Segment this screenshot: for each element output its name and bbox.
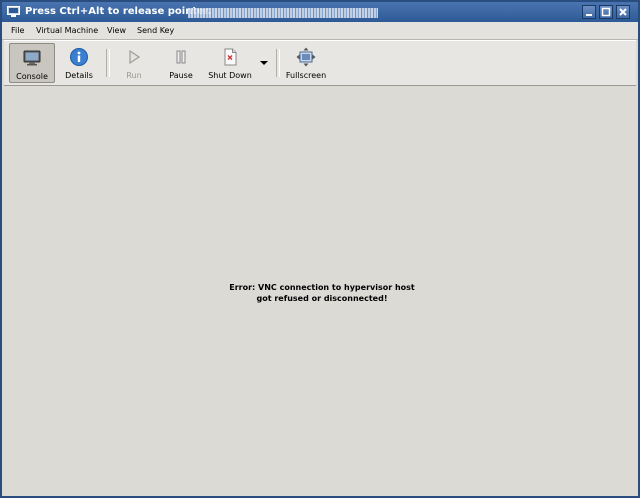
window-title: Press Ctrl+Alt to release pointer. xyxy=(25,6,212,17)
vm-console-window: Press Ctrl+Alt to release pointer. File … xyxy=(0,0,640,498)
fullscreen-label: Fullscreen xyxy=(285,71,327,80)
shut-down-icon xyxy=(224,48,237,66)
error-message: Error: VNC connection to hypervisor host… xyxy=(204,282,440,304)
title-bar[interactable]: Press Ctrl+Alt to release pointer. xyxy=(2,2,638,22)
pause-label: Pause xyxy=(169,71,193,80)
minimize-button[interactable] xyxy=(582,5,596,19)
shut-down-menu-arrow-icon[interactable] xyxy=(259,59,269,67)
toolbar-separator xyxy=(276,49,280,77)
maximize-icon xyxy=(601,7,611,17)
console-display-area[interactable]: Error: VNC connection to hypervisor host… xyxy=(4,86,636,496)
close-button[interactable] xyxy=(616,5,630,19)
maximize-button[interactable] xyxy=(599,5,613,19)
details-label: Details xyxy=(65,71,93,80)
run-button[interactable]: Run xyxy=(115,43,153,83)
menu-send-key[interactable]: Send Key xyxy=(137,26,174,35)
close-icon xyxy=(619,8,627,16)
info-icon xyxy=(70,48,88,66)
menu-view[interactable]: View xyxy=(107,26,126,35)
error-line-2: got refused or disconnected! xyxy=(256,294,388,303)
pause-icon xyxy=(176,50,186,64)
menu-file[interactable]: File xyxy=(11,26,24,35)
obscured-title-text xyxy=(188,8,378,18)
fullscreen-button[interactable]: Fullscreen xyxy=(284,43,328,83)
run-label: Run xyxy=(126,71,142,80)
shut-down-button[interactable]: Shut Down xyxy=(205,43,255,83)
toolbar: Console Details Run Pause Shut Down Full… xyxy=(4,40,636,86)
pause-button[interactable]: Pause xyxy=(161,43,201,83)
console-label: Console xyxy=(16,72,48,81)
details-button[interactable]: Details xyxy=(58,43,100,83)
monitor-icon xyxy=(23,50,41,66)
console-button[interactable]: Console xyxy=(9,43,55,83)
menu-bar: File Virtual Machine View Send Key xyxy=(2,22,638,40)
error-line-1: Error: VNC connection to hypervisor host xyxy=(229,283,415,292)
monitor-icon xyxy=(7,6,20,17)
toolbar-separator xyxy=(106,49,110,77)
play-icon xyxy=(129,49,141,65)
minimize-icon xyxy=(586,14,592,16)
menu-virtual-machine[interactable]: Virtual Machine xyxy=(36,26,98,35)
fullscreen-icon xyxy=(296,47,316,67)
shut-down-label: Shut Down xyxy=(208,71,252,80)
